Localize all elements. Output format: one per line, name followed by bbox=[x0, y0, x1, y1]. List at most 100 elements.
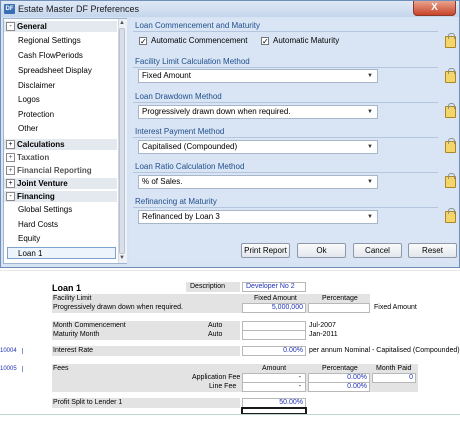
print-report-button[interactable]: Print Report bbox=[241, 243, 290, 258]
line-fee-percentage[interactable]: 0.00% bbox=[308, 382, 370, 392]
facility-value-input[interactable]: 5,000,000 bbox=[242, 303, 306, 313]
category-label: Joint Venture bbox=[17, 179, 68, 188]
select-value: Fixed Amount bbox=[142, 71, 191, 80]
facility-method-select[interactable]: Fixed Amount ▼ bbox=[138, 69, 378, 83]
sidebar-item-regional-settings[interactable]: Regional Settings bbox=[18, 36, 81, 45]
collapse-icon[interactable]: - bbox=[6, 22, 15, 31]
sidebar-item-disclaimer[interactable]: Disclaimer bbox=[18, 81, 55, 90]
reset-button[interactable]: Reset bbox=[408, 243, 457, 258]
lock-icon[interactable] bbox=[445, 68, 456, 83]
category-calculations[interactable]: + Calculations bbox=[4, 139, 117, 150]
maturity-month-input[interactable] bbox=[242, 330, 306, 340]
facility-percentage-input[interactable] bbox=[308, 303, 370, 313]
month-paid-header: Month Paid bbox=[376, 365, 412, 372]
description-input[interactable]: Developer No 2 bbox=[242, 282, 306, 292]
percentage-header: Percentage bbox=[322, 365, 358, 372]
cancel-button[interactable]: Cancel bbox=[353, 243, 402, 258]
maturity-month-label: Maturity Month bbox=[53, 331, 100, 338]
sidebar-item-cash-flow-periods[interactable]: Cash FlowPeriods bbox=[18, 51, 83, 60]
expand-icon[interactable]: + bbox=[6, 179, 15, 188]
facility-limit-label: Facility Limit bbox=[53, 295, 92, 302]
lock-icon[interactable] bbox=[445, 103, 456, 118]
section-title-facility: Facility Limit Calculation Method bbox=[135, 57, 250, 66]
section-title-commencement: Loan Commencement and Maturity bbox=[135, 21, 260, 30]
ok-button[interactable]: Ok bbox=[297, 243, 346, 258]
scroll-thumb[interactable] bbox=[119, 28, 125, 254]
loan-title: Loan 1 bbox=[52, 283, 82, 293]
select-value: Capitalised (Compounded) bbox=[142, 142, 238, 151]
close-button[interactable]: X bbox=[413, 1, 456, 16]
sidebar-item-spreadsheet-display[interactable]: Spreadsheet Display bbox=[18, 66, 92, 75]
auto-commencement-label: Automatic Commencement bbox=[151, 36, 248, 45]
category-joint-venture[interactable]: + Joint Venture bbox=[4, 178, 117, 189]
fixed-amount-note: Fixed Amount bbox=[374, 304, 417, 311]
scroll-up-icon[interactable]: ▲ bbox=[118, 20, 126, 26]
line-fee-label: Line Fee bbox=[209, 383, 237, 390]
drawdown-method-select[interactable]: Progressively drawn down when required. ▼ bbox=[138, 105, 378, 119]
category-label: Financial Reporting bbox=[17, 166, 92, 175]
category-financial-reporting[interactable]: + Financial Reporting bbox=[4, 165, 117, 176]
sidebar-item-equity[interactable]: Equity bbox=[18, 234, 40, 243]
category-general[interactable]: - General bbox=[4, 21, 117, 32]
category-financing[interactable]: - Financing bbox=[4, 191, 117, 202]
auto-maturity-checkbox[interactable]: ✓ bbox=[261, 37, 269, 46]
ratio-method-select[interactable]: % of Sales. ▼ bbox=[138, 175, 378, 189]
interest-note: per annum Nominal - Capitalised (Compoun… bbox=[309, 347, 460, 354]
lock-icon[interactable] bbox=[445, 173, 456, 188]
profit-split-label: Profit Split to Lender 1 bbox=[53, 399, 123, 406]
auto-maturity-label: Automatic Maturity bbox=[273, 36, 340, 45]
interest-rate-input[interactable]: 0.00% bbox=[242, 346, 306, 356]
section-divider bbox=[133, 67, 438, 68]
dropdown-arrow-icon: ▼ bbox=[367, 144, 373, 150]
app-logo-icon: DF bbox=[4, 4, 15, 14]
grid-line bbox=[0, 270, 460, 271]
category-taxation[interactable]: + Taxation bbox=[4, 152, 117, 163]
select-value: % of Sales. bbox=[142, 177, 183, 186]
expand-icon[interactable]: + bbox=[6, 166, 15, 175]
maturity-date: Jan-2011 bbox=[309, 331, 338, 338]
section-divider bbox=[133, 172, 438, 173]
section-title-interest: Interest Payment Method bbox=[135, 127, 225, 136]
application-fee-label: Application Fee bbox=[192, 374, 241, 381]
fees-label: Fees bbox=[53, 365, 69, 372]
lock-icon[interactable] bbox=[445, 33, 456, 48]
sidebar-item-loan-1[interactable]: Loan 1 bbox=[18, 249, 42, 258]
fixed-amount-header: Fixed Amount bbox=[254, 295, 297, 302]
line-fee-amount[interactable]: - bbox=[242, 382, 306, 392]
interest-rate-label: Interest Rate bbox=[53, 347, 94, 354]
section-divider bbox=[133, 207, 438, 208]
sidebar-item-other[interactable]: Other bbox=[18, 124, 38, 133]
section-title-ratio: Loan Ratio Calculation Method bbox=[135, 162, 245, 171]
collapse-icon[interactable]: - bbox=[6, 192, 15, 201]
auto-label: Auto bbox=[208, 331, 223, 338]
section-divider bbox=[133, 102, 438, 103]
category-label: Financing bbox=[17, 192, 55, 201]
lock-icon[interactable] bbox=[445, 208, 456, 223]
expand-icon[interactable]: + bbox=[6, 140, 15, 149]
row-link-10004[interactable]: 10004 bbox=[0, 348, 23, 354]
auto-label: Auto bbox=[208, 322, 223, 329]
sidebar-item-protection[interactable]: Protection bbox=[18, 110, 54, 119]
sidebar-item-logos[interactable]: Logos bbox=[18, 95, 40, 104]
category-label: Calculations bbox=[17, 140, 65, 149]
grid-line bbox=[0, 414, 460, 415]
section-divider bbox=[133, 31, 438, 32]
refinancing-select[interactable]: Refinanced by Loan 3 ▼ bbox=[138, 210, 378, 224]
sidebar-item-global-settings[interactable]: Global Settings bbox=[18, 205, 72, 214]
scroll-down-icon[interactable]: ▼ bbox=[118, 255, 126, 261]
lock-icon[interactable] bbox=[445, 138, 456, 153]
select-value: Progressively drawn down when required. bbox=[142, 107, 291, 116]
auto-commencement-checkbox[interactable]: ✓ bbox=[139, 37, 147, 46]
expand-icon[interactable]: + bbox=[6, 153, 15, 162]
window-title: Estate Master DF Preferences bbox=[18, 4, 140, 14]
percentage-header: Percentage bbox=[322, 295, 358, 302]
row-link-10005[interactable]: 10005 bbox=[0, 366, 23, 372]
sidebar-item-hard-costs[interactable]: Hard Costs bbox=[18, 220, 58, 229]
title-bar[interactable]: DF Estate Master DF Preferences X bbox=[1, 1, 459, 17]
select-value: Refinanced by Loan 3 bbox=[142, 212, 220, 221]
interest-method-select[interactable]: Capitalised (Compounded) ▼ bbox=[138, 140, 378, 154]
category-label: Taxation bbox=[17, 153, 50, 162]
category-label: General bbox=[17, 22, 47, 31]
dropdown-arrow-icon: ▼ bbox=[367, 179, 373, 185]
month-paid-input[interactable]: 0 bbox=[372, 373, 416, 383]
